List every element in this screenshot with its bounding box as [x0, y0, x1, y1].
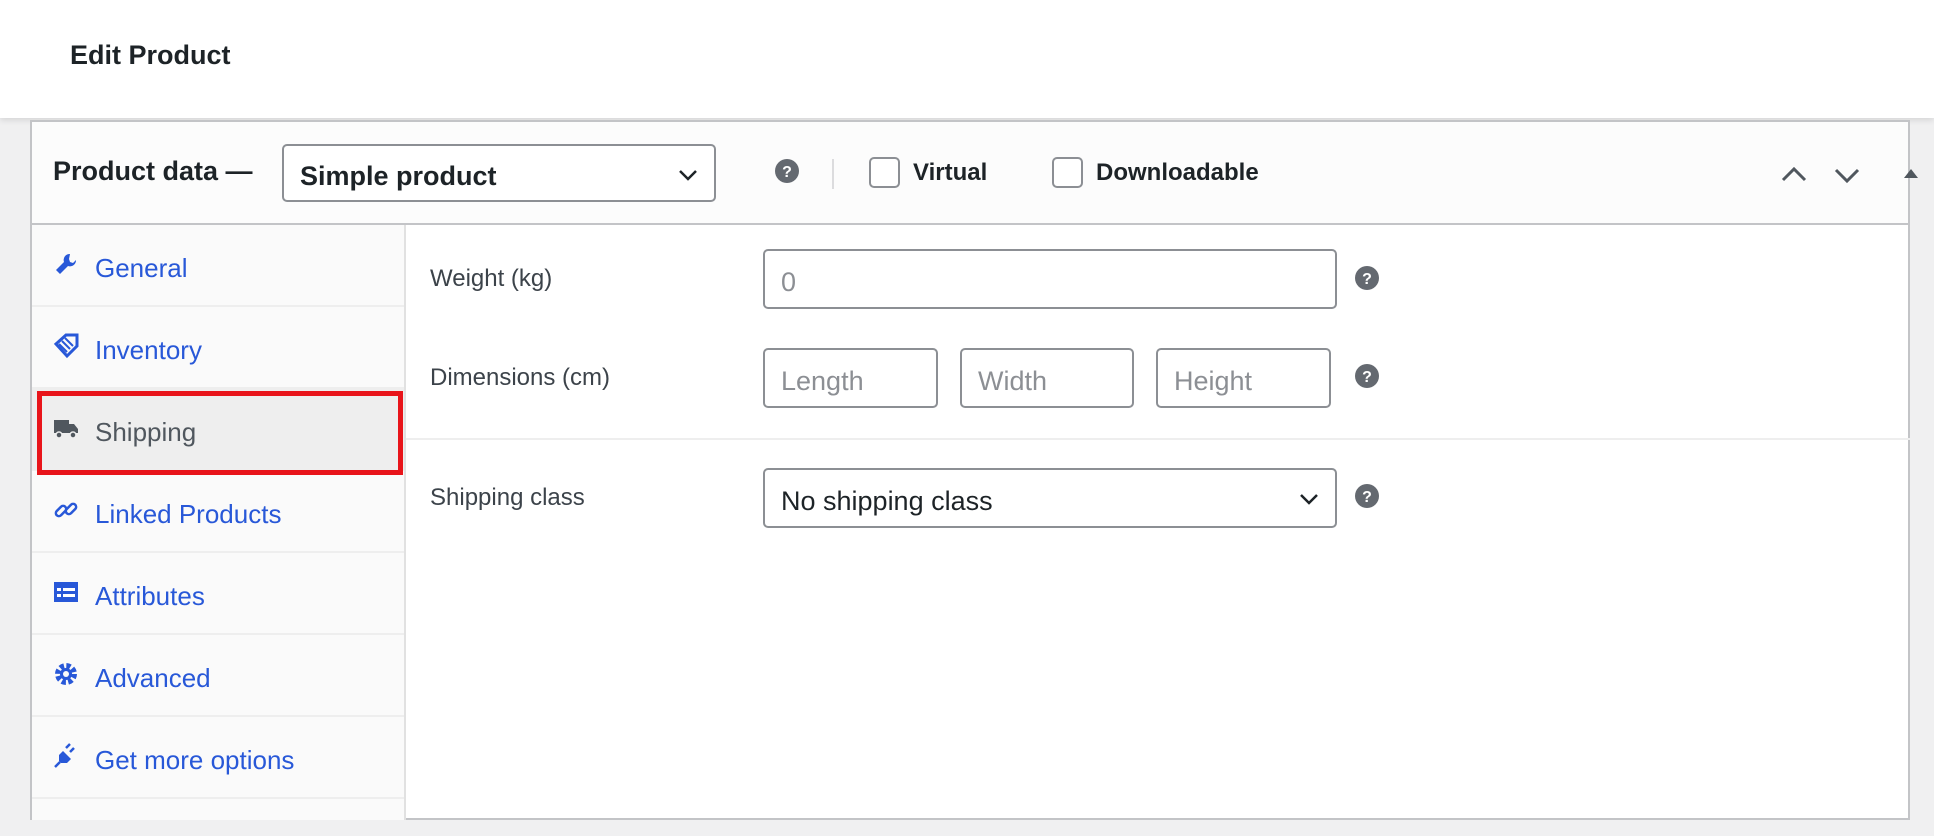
tab-general-label: General: [95, 253, 188, 283]
product-type-select[interactable]: Simple product: [282, 144, 716, 202]
shipping-tab-highlight: [37, 391, 403, 475]
product-data-header: Product data — Simple product ? Virtual …: [32, 122, 1918, 225]
section-divider: [406, 438, 1910, 440]
move-up-icon[interactable]: [1779, 160, 1809, 190]
tab-advanced[interactable]: Advanced: [32, 635, 404, 717]
virtual-label: Virtual: [913, 159, 988, 186]
svg-text:?: ?: [1362, 489, 1372, 506]
downloadable-label: Downloadable: [1096, 159, 1259, 186]
help-icon[interactable]: ?: [775, 159, 799, 183]
downloadable-checkbox[interactable]: [1052, 157, 1083, 188]
shipping-class-label: Shipping class: [430, 484, 585, 511]
product-type-value: Simple product: [300, 161, 497, 191]
shipping-class-select[interactable]: No shipping class: [763, 468, 1337, 528]
page-title: Edit Product: [70, 40, 231, 70]
tab-attributes-label: Attributes: [95, 581, 205, 611]
link-icon: [54, 502, 78, 518]
list-icon: [54, 582, 78, 602]
tab-get-more-options[interactable]: Get more options: [32, 717, 404, 799]
product-data-heading: Product data —: [53, 156, 253, 186]
tab-general[interactable]: General: [32, 225, 404, 307]
weight-input[interactable]: 0: [763, 249, 1337, 309]
chevron-down-icon: [1300, 494, 1318, 505]
width-input[interactable]: Width: [960, 348, 1134, 408]
help-icon[interactable]: ?: [1355, 266, 1379, 290]
tab-linked-products-label: Linked Products: [95, 499, 282, 529]
plug-icon: [54, 743, 75, 768]
product-data-panel: Product data — Simple product ? Virtual …: [30, 120, 1918, 820]
help-icon[interactable]: ?: [1355, 484, 1379, 508]
move-down-icon[interactable]: [1832, 160, 1862, 190]
length-input[interactable]: Length: [763, 348, 938, 408]
svg-text:?: ?: [1362, 271, 1372, 288]
weight-label: Weight (kg): [430, 265, 553, 292]
page-header: Edit Product: [0, 0, 1934, 118]
help-icon[interactable]: ?: [1355, 364, 1379, 388]
tab-inventory[interactable]: Inventory: [32, 307, 404, 389]
collapse-toggle-icon[interactable]: [1899, 162, 1923, 186]
product-data-tabs: General Inventory Shipping Linked Produc…: [32, 225, 406, 820]
svg-text:?: ?: [782, 164, 792, 181]
shipping-class-value: No shipping class: [781, 486, 993, 516]
tab-advanced-label: Advanced: [95, 663, 211, 693]
gear-icon: [55, 663, 77, 685]
svg-text:?: ?: [1362, 369, 1372, 386]
tab-linked-products[interactable]: Linked Products: [32, 471, 404, 553]
tab-inventory-label: Inventory: [95, 335, 202, 365]
chevron-down-icon: [679, 170, 697, 181]
shipping-panel: Weight (kg) 0 ? Dimensions (cm) Length W…: [406, 225, 1910, 820]
tab-attributes[interactable]: Attributes: [32, 553, 404, 635]
tag-icon: [53, 333, 79, 359]
dimensions-label: Dimensions (cm): [430, 364, 611, 391]
height-input[interactable]: Height: [1156, 348, 1331, 408]
virtual-checkbox[interactable]: [869, 157, 900, 188]
divider: [832, 159, 834, 189]
tab-get-more-options-label: Get more options: [95, 745, 295, 775]
wrench-icon: [56, 253, 77, 274]
